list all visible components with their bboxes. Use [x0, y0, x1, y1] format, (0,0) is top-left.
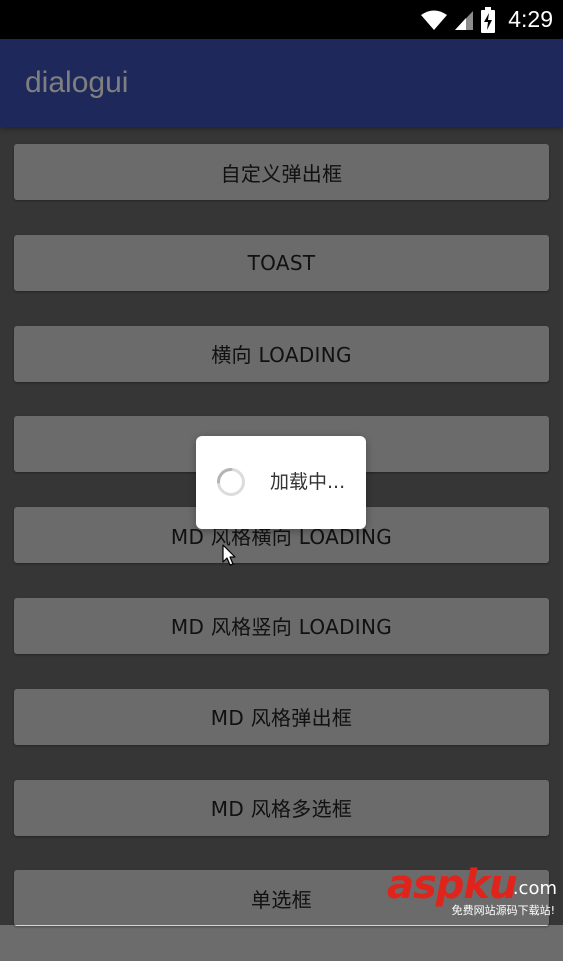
status-icons: 4:29 [420, 0, 553, 39]
watermark-suffix: .com [512, 878, 557, 899]
status-time: 4:29 [508, 6, 553, 32]
loading-spinner-icon [217, 468, 245, 496]
battery-charging-icon [481, 6, 496, 33]
loading-text: 加载中... [270, 471, 346, 493]
mouse-cursor-icon [222, 544, 236, 566]
signal-icon [455, 10, 474, 30]
wifi-icon [421, 10, 448, 30]
watermark-sub: 免费网站源码下载站! [451, 904, 555, 917]
watermark-logo: aspku .com 免费网站源码下载站! [387, 865, 557, 919]
status-bar: 4:29 [0, 0, 563, 39]
watermark-main: aspku [387, 862, 518, 908]
loading-dialog: 加载中... [196, 436, 366, 529]
